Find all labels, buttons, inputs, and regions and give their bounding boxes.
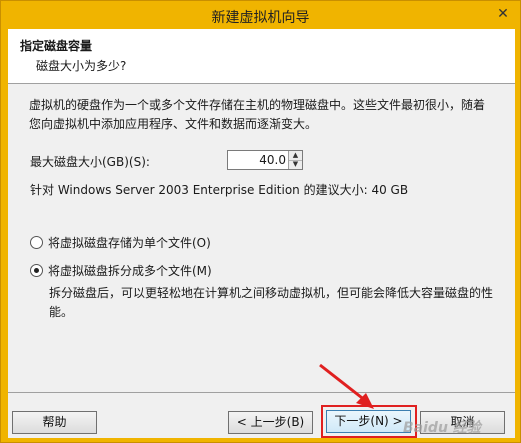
radio-single-file[interactable]: 将虚拟磁盘存储为单个文件(O) bbox=[30, 234, 211, 251]
dialog-client: 指定磁盘容量 磁盘大小为多少? 虚拟机的硬盘作为一个或多个文件存储在主机的物理磁… bbox=[8, 29, 515, 438]
max-disk-size-stepper[interactable]: 40.0 ▲ ▼ bbox=[227, 150, 303, 170]
radio-split-files-label[interactable]: 将虚拟磁盘拆分成多个文件(M) bbox=[48, 264, 212, 278]
annotation-arrow-icon bbox=[319, 363, 374, 409]
radio-button-icon[interactable] bbox=[30, 264, 43, 277]
max-disk-size-label: 最大磁盘大小(GB)(S): bbox=[30, 155, 150, 169]
recommended-size-text: 针对 Windows Server 2003 Enterprise Editio… bbox=[30, 183, 409, 197]
stepper-down-icon[interactable]: ▼ bbox=[289, 160, 302, 169]
radio-split-files[interactable]: 将虚拟磁盘拆分成多个文件(M) bbox=[30, 262, 212, 279]
title-bar[interactable]: 新建虚拟机向导 ✕ bbox=[1, 1, 520, 29]
page-title: 指定磁盘容量 bbox=[20, 39, 93, 53]
wizard-header: 指定磁盘容量 磁盘大小为多少? bbox=[8, 29, 515, 84]
window-title: 新建虚拟机向导 bbox=[211, 10, 310, 26]
radio-single-file-label[interactable]: 将虚拟磁盘存储为单个文件(O) bbox=[48, 236, 211, 250]
help-button[interactable]: 帮助 bbox=[12, 411, 97, 434]
stepper-buttons: ▲ ▼ bbox=[288, 151, 302, 169]
page-subtitle: 磁盘大小为多少? bbox=[36, 59, 127, 73]
wizard-window: 新建虚拟机向导 ✕ 指定磁盘容量 磁盘大小为多少? 虚拟机的硬盘作为一个或多个文… bbox=[0, 0, 521, 443]
close-icon[interactable]: ✕ bbox=[492, 3, 514, 25]
max-disk-size-value[interactable]: 40.0 bbox=[259, 153, 286, 167]
footer-divider bbox=[8, 392, 515, 393]
watermark: Baidu 经验 bbox=[403, 420, 481, 436]
split-description: 拆分磁盘后，可以更轻松地在计算机之间移动虚拟机，但可能会降低大容量磁盘的性能。 bbox=[49, 286, 494, 319]
back-button[interactable]: < 上一步(B) bbox=[228, 411, 313, 434]
disk-description: 虚拟机的硬盘作为一个或多个文件存储在主机的物理磁盘中。这些文件最初很小，随着您向… bbox=[29, 98, 486, 131]
radio-button-icon[interactable] bbox=[30, 236, 43, 249]
